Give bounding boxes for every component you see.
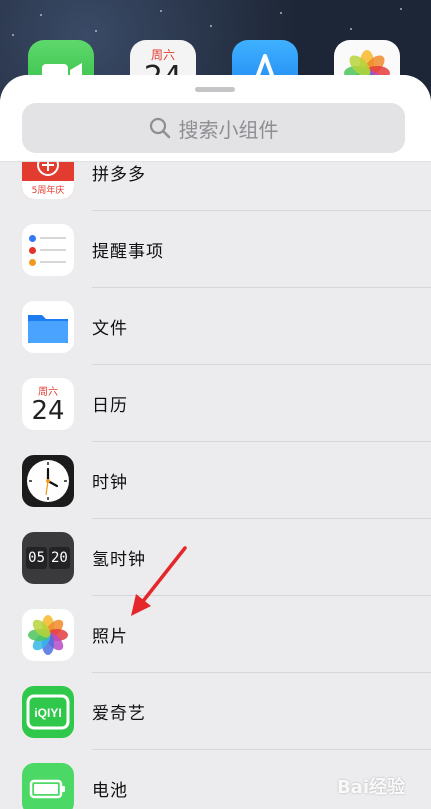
widget-row-iqiyi[interactable]: iQIYI 爱奇艺: [0, 673, 431, 750]
widget-row-clock[interactable]: 时钟: [0, 442, 431, 519]
search-placeholder: 搜索小组件: [178, 117, 279, 142]
iqiyi-logo-text: iQIYI: [34, 706, 61, 720]
baidu-watermark: Bai经验: [336, 777, 405, 798]
widget-label: 拼多多: [92, 165, 146, 185]
widget-list: 5周年庆 拼多多 提醒事项 文件 周六 24 日历 时钟 05 20 氢时钟 照…: [0, 134, 431, 809]
flip-clock-hour: 05: [26, 546, 47, 569]
pinduoduo-icon-caption: 5周年庆: [31, 185, 65, 196]
sheet-header: 搜索小组件: [0, 75, 431, 162]
widget-row-files[interactable]: 文件: [0, 288, 431, 365]
widget-label: 提醒事项: [92, 242, 164, 262]
widget-label: 氢时钟: [92, 550, 146, 570]
widget-search-field[interactable]: 搜索小组件: [22, 103, 405, 153]
calendar-icon-day: 24: [31, 395, 65, 426]
widget-label: 文件: [92, 319, 128, 339]
battery-icon: [22, 762, 74, 809]
widget-gallery-sheet: 搜索小组件 5周年庆 拼多多 提醒事项 文件 周六 24 日历 时钟 05 20…: [0, 75, 431, 809]
flip-clock-icon: 05 20: [22, 531, 74, 584]
calendar-icon: 周六 24: [22, 377, 74, 430]
photos-icon: [22, 608, 74, 661]
widget-row-photos[interactable]: 照片: [0, 596, 431, 673]
widget-label: 时钟: [92, 473, 128, 493]
sheet-grabber[interactable]: [195, 87, 235, 92]
files-icon: [22, 300, 74, 353]
reminders-icon: [22, 223, 74, 276]
widget-label: 日历: [92, 396, 128, 416]
iqiyi-icon: iQIYI: [22, 685, 74, 738]
flip-clock-minute: 20: [49, 546, 70, 569]
widget-row-flip-clock[interactable]: 05 20 氢时钟: [0, 519, 431, 596]
widget-row-reminders[interactable]: 提醒事项: [0, 211, 431, 288]
widget-label: 电池: [92, 781, 128, 801]
widget-row-calendar[interactable]: 周六 24 日历: [0, 365, 431, 442]
widget-label: 照片: [92, 627, 128, 647]
clock-icon: [22, 454, 74, 507]
search-icon: [149, 117, 170, 139]
widget-label: 爱奇艺: [92, 704, 146, 724]
